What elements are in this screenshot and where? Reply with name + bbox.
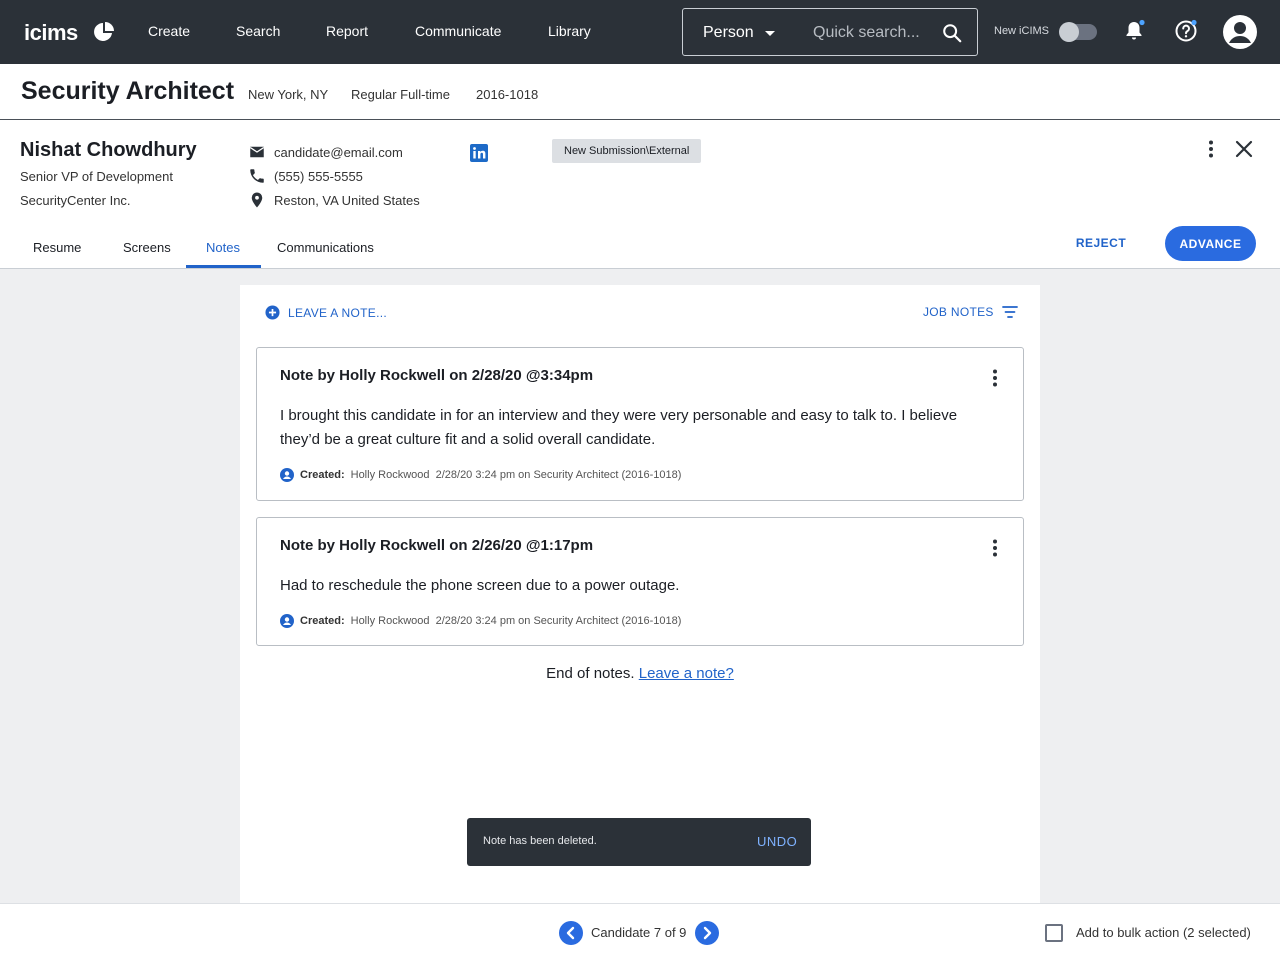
person-circle-icon (280, 614, 294, 628)
note-body: I brought this candidate in for an inter… (280, 407, 958, 448)
help-icon[interactable] (1174, 19, 1198, 43)
close-icon[interactable] (1234, 139, 1254, 159)
leave-note-link[interactable]: Leave a note? (639, 665, 734, 682)
tab-notes[interactable]: Notes (206, 240, 240, 255)
candidate-count: Candidate 7 of 9 (591, 925, 687, 940)
icims-logo[interactable]: icims (24, 20, 78, 46)
candidate-location-row: Reston, VA United States (248, 191, 420, 209)
phone-icon (250, 169, 264, 183)
person-circle-icon (280, 468, 294, 482)
candidate-header: Nishat Chowdhury Senior VP of Developmen… (0, 120, 1280, 269)
snackbar: Note has been deleted. UNDO (467, 818, 811, 866)
job-location: New York, NY (248, 87, 329, 102)
linkedin-icon[interactable] (470, 144, 488, 162)
note-card: Note by Holly Rockwell on 2/26/20 @1:17p… (256, 517, 1024, 646)
job-notes-label: JOB NOTES (923, 305, 994, 319)
candidate-email-row: candidate@email.com (248, 143, 403, 161)
chevron-left-icon (566, 926, 575, 940)
chevron-down-icon[interactable] (765, 31, 775, 36)
note-card: Note by Holly Rockwell on 2/28/20 @3:34p… (256, 347, 1024, 501)
nav-communicate[interactable]: Communicate (415, 23, 501, 39)
previous-candidate-button[interactable] (559, 921, 583, 945)
more-options-icon[interactable] (1208, 140, 1214, 158)
advance-button[interactable]: ADVANCE (1165, 226, 1256, 261)
mail-icon (249, 146, 265, 158)
job-header: Security Architect New York, NY Regular … (0, 64, 1280, 120)
top-navigation-bar: icims Create Search Report Communicate L… (0, 0, 1280, 64)
end-of-notes: End of notes. Leave a note? (240, 665, 1040, 682)
search-type-select[interactable]: Person (703, 24, 754, 42)
notes-panel: LEAVE A NOTE... JOB NOTES Note by Holly … (240, 285, 1040, 905)
job-id: 2016-1018 (476, 87, 539, 102)
note-title: Note by Holly Rockwell on 2/28/20 @3:34p… (280, 367, 594, 384)
note-created-label: Created: (300, 615, 345, 627)
candidate-name: Nishat Chowdhury (20, 139, 197, 161)
bell-icon[interactable] (1122, 19, 1146, 43)
sort-icon (1001, 306, 1018, 318)
new-icims-toggle[interactable] (1059, 22, 1097, 42)
quick-search-box: Person (682, 8, 978, 56)
bulk-action-label: Add to bulk action (2 selected) (1076, 925, 1251, 940)
add-circle-icon (265, 305, 280, 320)
note-created-detail: Holly Rockwood 2/28/20 3:24 pm on Securi… (350, 615, 682, 627)
note-options-icon[interactable] (992, 369, 998, 387)
job-title: Security Architect (21, 77, 235, 105)
tab-screens[interactable]: Screens (123, 240, 171, 255)
nav-create[interactable]: Create (148, 23, 190, 39)
reject-button[interactable]: REJECT (1070, 226, 1132, 260)
job-notes-filter[interactable]: JOB NOTES (923, 305, 1018, 319)
job-employment-type: Regular Full-time (351, 87, 450, 102)
search-icon[interactable] (941, 22, 963, 44)
quick-search-input[interactable] (813, 21, 933, 45)
note-options-icon[interactable] (992, 539, 998, 557)
nav-library[interactable]: Library (548, 23, 591, 39)
nav-report[interactable]: Report (326, 23, 368, 39)
candidate-job-title: Senior VP of Development (20, 169, 173, 184)
candidate-location: Reston, VA United States (274, 192, 420, 208)
leave-note-button[interactable]: LEAVE A NOTE... (265, 305, 387, 320)
note-created-meta: Created: Holly Rockwood 2/28/20 3:24 pm … (280, 614, 681, 628)
tab-resume[interactable]: Resume (33, 240, 81, 255)
pie-chart-icon[interactable] (94, 22, 114, 42)
candidate-phone-row: (555) 555-5555 (248, 167, 363, 185)
nav-search[interactable]: Search (236, 23, 280, 39)
candidate-phone[interactable]: (555) 555-5555 (274, 169, 363, 184)
chevron-right-icon (703, 926, 712, 940)
undo-button[interactable]: UNDO (757, 834, 797, 849)
tab-communications[interactable]: Communications (277, 240, 374, 255)
location-pin-icon (251, 192, 263, 208)
note-created-meta: Created: Holly Rockwood 2/28/20 3:24 pm … (280, 468, 681, 482)
note-created-label: Created: (300, 469, 345, 481)
candidate-email[interactable]: candidate@email.com (274, 145, 403, 160)
user-avatar-icon[interactable] (1222, 14, 1258, 50)
footer-bar: Candidate 7 of 9 Add to bulk action (2 s… (0, 903, 1280, 960)
leave-note-label: LEAVE A NOTE... (288, 305, 387, 320)
note-body: Had to reschedule the phone screen due t… (280, 577, 680, 594)
snackbar-message: Note has been deleted. (483, 835, 597, 847)
status-badge: New Submission\External (552, 139, 702, 163)
end-of-notes-text: End of notes. (546, 665, 635, 682)
note-title: Note by Holly Rockwell on 2/26/20 @1:17p… (280, 537, 594, 554)
candidate-company: SecurityCenter Inc. (20, 193, 131, 208)
active-tab-indicator (186, 265, 261, 268)
next-candidate-button[interactable] (695, 921, 719, 945)
bulk-action-checkbox[interactable] (1045, 924, 1063, 942)
new-icims-label: New iCIMS (994, 25, 1050, 37)
note-created-detail: Holly Rockwood 2/28/20 3:24 pm on Securi… (350, 469, 682, 481)
